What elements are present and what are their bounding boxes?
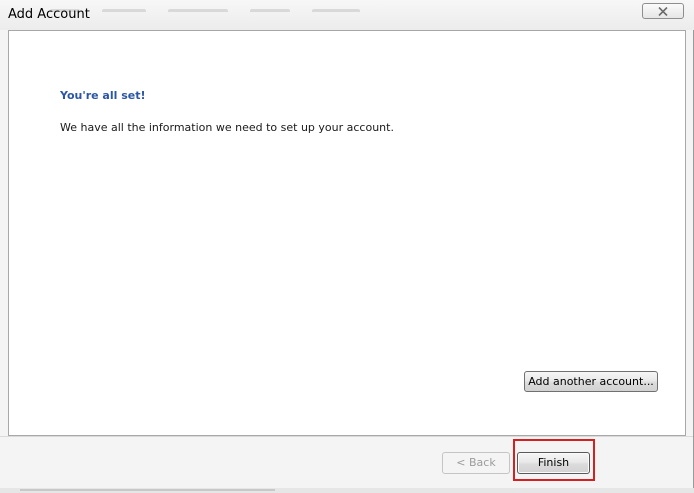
title-bar[interactable]: Add Account — [0, 0, 694, 30]
window-bottom-edge — [0, 488, 694, 493]
footer-divider — [0, 436, 693, 437]
close-icon — [658, 7, 668, 16]
finish-button[interactable]: Finish — [517, 452, 590, 474]
background-toolbar-ghost — [50, 0, 430, 12]
success-message: We have all the information we need to s… — [60, 121, 394, 134]
success-heading: You're all set! — [60, 89, 146, 102]
content-panel: You're all set! We have all the informat… — [8, 30, 686, 436]
add-another-account-button[interactable]: Add another account... — [524, 371, 658, 392]
add-account-dialog: Add Account You're all set! We have all … — [0, 0, 694, 493]
close-button[interactable] — [642, 3, 684, 19]
window-title: Add Account — [8, 7, 90, 22]
back-button[interactable]: < Back — [442, 452, 510, 474]
